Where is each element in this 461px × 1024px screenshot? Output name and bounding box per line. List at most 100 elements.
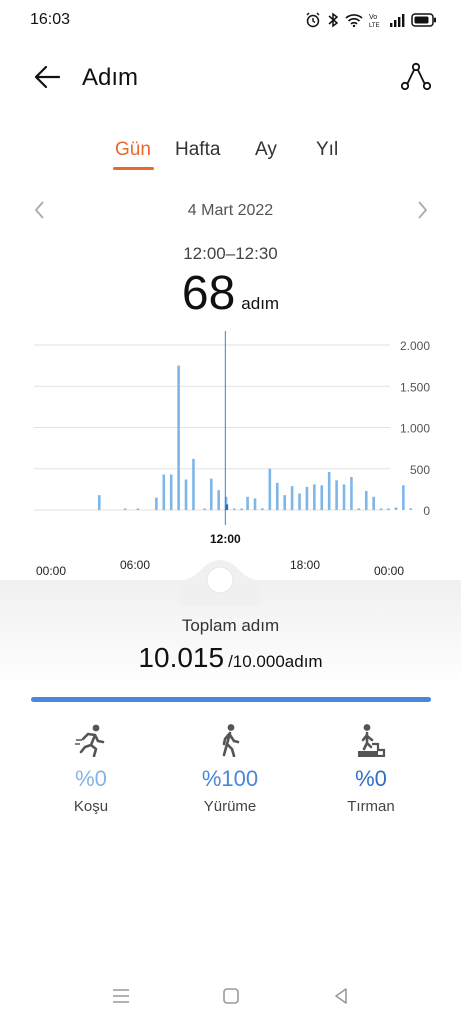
- alarm-icon: [306, 12, 320, 28]
- battery-icon: [411, 13, 436, 27]
- back-icon: [335, 988, 347, 1004]
- goal-progress-bar: [31, 697, 431, 702]
- back-button[interactable]: [30, 60, 64, 94]
- y-tick-label: 1.500: [400, 380, 430, 394]
- share-route-icon: [400, 62, 432, 91]
- selected-time-label: 12:00: [210, 532, 241, 546]
- tab-indicator: [113, 167, 154, 170]
- selected-value: 68 adım: [0, 266, 461, 321]
- chart-bar: [177, 365, 180, 510]
- volte-icon: Vo LTE: [369, 14, 380, 28]
- tab-gun[interactable]: Gün: [115, 139, 151, 161]
- selected-unit: adım: [241, 294, 280, 313]
- chart-bar: [350, 477, 353, 510]
- tab-hafta[interactable]: Hafta: [175, 139, 220, 161]
- y-tick-label: 500: [410, 463, 430, 477]
- walking-percent: %100: [201, 766, 259, 791]
- svg-text:Vo: Vo: [369, 14, 377, 21]
- date-label: 4 Mart 2022: [187, 202, 274, 219]
- steps-chart-svg: 2.000 1.500 1.000 500 0 12:00 00:00 06:00 18:00 0…: [34, 331, 430, 578]
- chart-bar: [203, 508, 206, 510]
- menu-button[interactable]: [110, 985, 132, 1007]
- running-icon: [21, 720, 161, 760]
- climbing-icon: [301, 720, 441, 760]
- chart-bar: [123, 508, 127, 510]
- chart-bar: [246, 496, 249, 510]
- chart-bar: [155, 497, 158, 510]
- chart-bar: [283, 495, 286, 510]
- route-button[interactable]: [399, 60, 433, 94]
- chart-bar: [402, 485, 405, 510]
- chart-bar: [136, 508, 140, 510]
- total-steps-value: 10.015: [138, 642, 225, 673]
- chart-bar: [379, 508, 383, 510]
- chart-bar: [209, 478, 213, 510]
- status-bar: 16:03 Vo LTE: [0, 0, 461, 40]
- tab-ay[interactable]: Ay: [255, 139, 277, 161]
- x-tick-label: 18:00: [290, 558, 320, 572]
- app-bar: Adım: [0, 48, 461, 108]
- chart-bar: [305, 486, 309, 510]
- chart-bar: [372, 496, 375, 510]
- goal-progress-fill: [31, 697, 431, 702]
- walking-label: Yürüme: [203, 798, 257, 815]
- chart-bar: [394, 507, 398, 510]
- chart-bar: [313, 484, 316, 510]
- chart-bar: [327, 472, 331, 510]
- x-tick-label: 00:00: [36, 564, 66, 578]
- x-tick-label: 06:00: [120, 558, 150, 572]
- y-tick-label: 0: [423, 504, 430, 518]
- chart-bar: [364, 491, 368, 510]
- chevron-right-icon: [418, 201, 428, 219]
- bluetooth-icon: [328, 12, 339, 28]
- chart-scrub-handle[interactable]: [180, 556, 260, 606]
- wifi-icon: [345, 14, 363, 27]
- menu-icon: [113, 989, 129, 1003]
- chart-bar: [261, 508, 264, 510]
- total-steps-row: 10.015/10.000adım: [0, 642, 461, 674]
- back-nav-button[interactable]: [330, 985, 352, 1007]
- selected-steps: 68: [181, 267, 236, 320]
- chart-bar: [192, 458, 195, 510]
- chart-bar: [357, 508, 361, 510]
- home-button[interactable]: [220, 985, 242, 1007]
- date-navigation: 4 Mart 2022: [0, 195, 461, 225]
- chart-bar: [184, 479, 188, 510]
- chart-bar: [232, 508, 236, 510]
- period-tabs: Gün Hafta Ay Yıl: [0, 135, 461, 175]
- next-day-button[interactable]: [412, 199, 432, 221]
- selected-bar: [225, 504, 229, 510]
- running-percent: %0: [75, 766, 107, 791]
- walking-icon: [160, 720, 300, 760]
- chart-bar: [335, 480, 338, 510]
- x-tick-label: 00:00: [374, 564, 404, 578]
- chart-bar: [387, 508, 390, 510]
- chart-bar: [268, 468, 272, 510]
- goal-steps: /10.000adım: [228, 652, 323, 671]
- chart-bar: [253, 498, 257, 510]
- steps-chart[interactable]: 2.000 1.500 1.000 500 0 12:00 00:00 06:00 18:00 0…: [0, 325, 461, 585]
- status-icons: Vo LTE: [305, 9, 437, 31]
- svg-text:LTE: LTE: [369, 23, 380, 28]
- chart-bar: [342, 484, 346, 510]
- chart-bar: [298, 493, 301, 510]
- activity-running: %0 Koşu: [21, 720, 161, 815]
- chart-bar: [162, 474, 166, 510]
- tab-yil[interactable]: Yıl: [316, 139, 338, 161]
- total-steps-label: Toplam adım: [181, 616, 280, 635]
- climbing-percent: %0: [355, 766, 387, 791]
- system-nav-bar: [0, 975, 461, 1015]
- chart-bar: [97, 495, 101, 510]
- climbing-label: Tırman: [347, 798, 395, 815]
- y-tick-label: 2.000: [400, 339, 430, 353]
- selected-range: 12:00–12:30: [183, 244, 278, 263]
- chart-bar: [240, 508, 243, 510]
- back-arrow-icon: [34, 65, 61, 89]
- chart-bar: [275, 482, 279, 510]
- chart-bar: [290, 486, 294, 510]
- activity-walking: %100 Yürüme: [160, 720, 300, 815]
- status-time: 16:03: [30, 11, 71, 28]
- chart-bar: [169, 474, 173, 510]
- chart-bar: [320, 485, 324, 510]
- signal-icon: [390, 14, 405, 27]
